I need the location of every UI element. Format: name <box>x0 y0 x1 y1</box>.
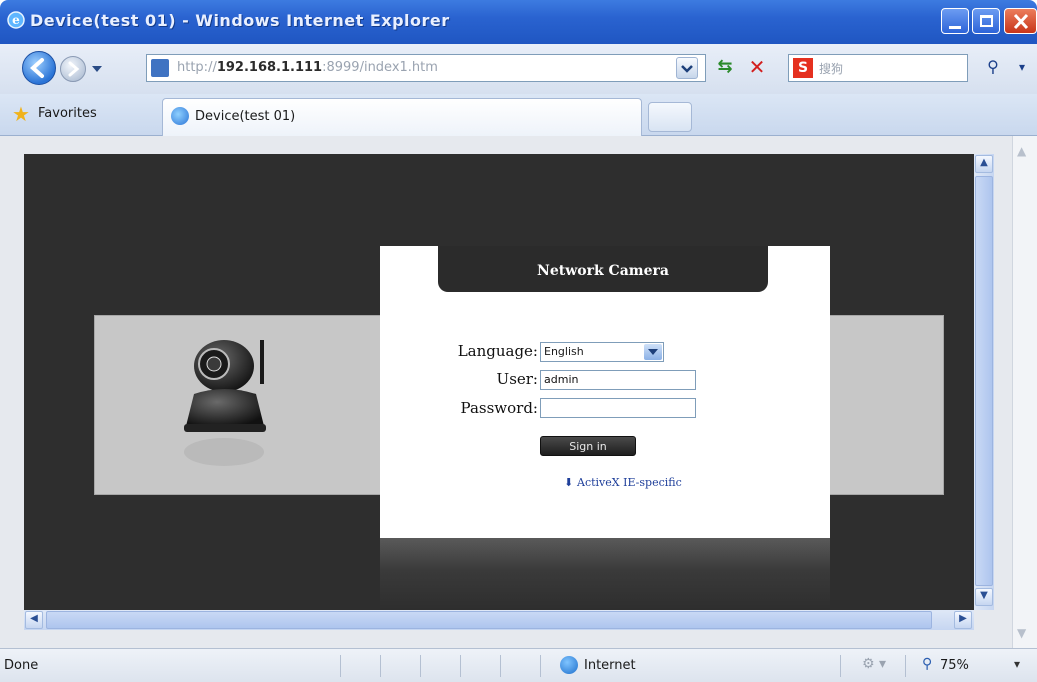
svg-text:e: e <box>12 13 20 27</box>
scroll-down-icon[interactable]: ▼ <box>975 588 993 606</box>
minimize-button[interactable] <box>941 8 969 34</box>
search-options-dropdown-icon[interactable]: ▾ <box>1012 56 1032 80</box>
tab-label: Device(test 01) <box>195 109 296 124</box>
scroll-right-icon[interactable]: ▶ <box>954 611 972 629</box>
ie-tab-icon <box>171 107 189 125</box>
status-text: Done <box>4 658 39 673</box>
status-divider <box>500 655 501 677</box>
navigation-toolbar: http://192.168.1.111:8999/index1.htm ⇆ ✕… <box>0 44 1037 94</box>
globe-icon <box>560 656 578 674</box>
forward-button[interactable] <box>60 56 86 82</box>
user-label: User: <box>496 370 538 388</box>
history-dropdown-icon[interactable] <box>92 66 102 72</box>
password-label: Password: <box>460 399 538 417</box>
favorites-label: Favorites <box>38 106 97 121</box>
activex-link[interactable]: ⬇ ActiveX IE-specific <box>564 476 682 489</box>
close-icon <box>1013 13 1029 30</box>
vertical-scrollbar[interactable]: ▲ ▼ <box>974 154 994 610</box>
download-icon: ⬇ <box>564 476 574 489</box>
zoom-level: 75% <box>940 658 969 673</box>
scroll-left-icon[interactable]: ◀ <box>25 611 43 629</box>
url-suffix: :8999/index1.htm <box>322 60 438 75</box>
back-button[interactable] <box>22 51 56 85</box>
password-field[interactable] <box>540 398 696 418</box>
close-button[interactable] <box>1004 8 1037 34</box>
vertical-scroll-thumb[interactable] <box>975 176 993 586</box>
new-tab-button[interactable] <box>648 102 692 132</box>
protected-mode-icon[interactable]: ⚙ ▾ <box>862 656 886 672</box>
address-dropdown-button[interactable] <box>676 57 698 79</box>
card-reflection <box>380 538 830 610</box>
status-bar: Done Internet ⚙ ▾ ⚲ 75% ▾ <box>0 648 1037 682</box>
status-divider <box>420 655 421 677</box>
horizontal-scroll-thumb[interactable] <box>46 611 932 629</box>
language-value: English <box>544 345 584 358</box>
status-divider <box>540 655 541 677</box>
search-icon[interactable]: ⚲ <box>978 56 1008 80</box>
maximize-button[interactable] <box>972 8 1000 34</box>
chevron-down-icon[interactable] <box>644 344 662 360</box>
status-divider <box>380 655 381 677</box>
activex-label: ActiveX IE-specific <box>577 476 682 489</box>
status-divider <box>460 655 461 677</box>
status-divider <box>905 655 906 677</box>
sign-in-button[interactable]: Sign in <box>540 436 636 456</box>
search-provider-icon: S <box>793 58 813 78</box>
page-favicon-icon <box>151 59 169 77</box>
ie-icon: e <box>7 11 25 29</box>
camera-login-page: Network Camera Language: English User: a… <box>24 154 974 610</box>
tab-device[interactable]: Device(test 01) <box>162 98 642 136</box>
security-zone[interactable]: Internet <box>560 656 636 674</box>
magnifier-icon: ⚲ <box>922 656 933 672</box>
url-host: 192.168.1.111 <box>216 60 323 75</box>
tab-bar: ★ Favorites Device(test 01) <box>0 94 1037 136</box>
address-bar[interactable]: http://192.168.1.111:8999/index1.htm <box>146 54 706 82</box>
url-text[interactable]: http://192.168.1.111:8999/index1.htm <box>177 60 438 75</box>
status-divider <box>340 655 341 677</box>
window-title: Device(test 01) - Windows Internet Explo… <box>30 11 450 30</box>
status-divider <box>840 655 841 677</box>
stop-icon[interactable]: ✕ <box>744 56 770 80</box>
chevron-down-icon <box>681 65 693 73</box>
zoom-control[interactable]: ⚲ 75% <box>922 656 969 673</box>
scroll-up-icon[interactable]: ▲ <box>975 155 993 173</box>
page-content: Network Camera Language: English User: a… <box>0 136 1037 648</box>
ip-camera-image <box>184 340 266 466</box>
zoom-dropdown-icon[interactable]: ▾ <box>1014 657 1020 671</box>
login-header: Network Camera <box>438 246 768 292</box>
language-label: Language: <box>457 342 538 360</box>
forward-arrow-icon <box>68 61 80 77</box>
page-scroll-up-icon[interactable]: ▲ <box>1017 144 1026 158</box>
language-select[interactable]: English <box>540 342 664 362</box>
page-scroll-down-icon[interactable]: ▼ <box>1017 626 1026 640</box>
title-bar: e Device(test 01) - Windows Internet Exp… <box>0 0 1037 44</box>
search-placeholder: 搜狗 <box>819 62 844 76</box>
zone-label: Internet <box>584 658 636 673</box>
back-arrow-icon <box>29 58 44 78</box>
url-prefix: http:// <box>177 60 217 75</box>
horizontal-scrollbar[interactable]: ◀ ▶ <box>24 610 974 630</box>
page-scrollbar[interactable]: ▲ ▼ <box>1012 136 1037 648</box>
login-card: Network Camera Language: English User: a… <box>380 246 830 538</box>
user-field[interactable]: admin <box>540 370 696 390</box>
refresh-icon[interactable]: ⇆ <box>712 56 738 80</box>
search-input[interactable]: S 搜狗 <box>788 54 968 82</box>
star-icon: ★ <box>12 102 30 126</box>
